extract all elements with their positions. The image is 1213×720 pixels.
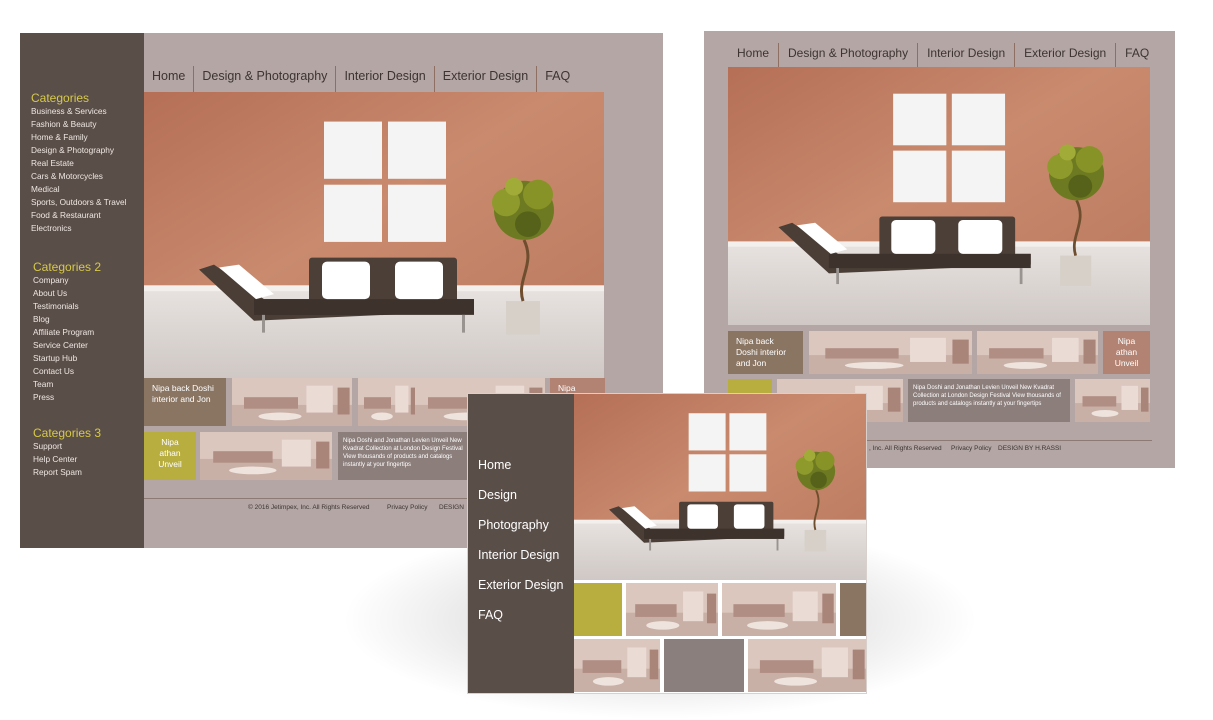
- categories-group-3: Categories 3 Support Help Center Report …: [33, 426, 101, 479]
- footer-copyright: , Inc. All Rights Reserved: [869, 445, 942, 452]
- tile-photo[interactable]: [232, 378, 352, 426]
- menu-item-home[interactable]: Home: [478, 450, 563, 480]
- category-link[interactable]: Blog: [33, 313, 101, 326]
- hero-image: [728, 67, 1150, 325]
- sidebar: Categories Business & Services Fashion &…: [20, 33, 144, 548]
- footer-design-credit: DESIGN BY H.RASSI: [998, 445, 1062, 452]
- menu-item-design[interactable]: Design: [478, 480, 563, 510]
- tile-nipa-athan[interactable]: Nipa athan Unveil: [1103, 331, 1150, 374]
- category-link[interactable]: Report Spam: [33, 466, 101, 479]
- hero-image: [574, 394, 866, 580]
- tile-color-block[interactable]: [574, 583, 622, 636]
- menu-item-photography[interactable]: Photography: [478, 510, 563, 540]
- nav-exterior-design[interactable]: Exterior Design: [1015, 43, 1117, 67]
- category-link[interactable]: Fashion & Beauty: [31, 118, 126, 131]
- nav-faq[interactable]: FAQ: [1116, 43, 1158, 67]
- nav-design-photography[interactable]: Design & Photography: [779, 43, 919, 67]
- nav-interior-design[interactable]: Interior Design: [336, 66, 435, 92]
- tile-photo[interactable]: [626, 583, 718, 636]
- category-link[interactable]: Food & Restaurant: [31, 209, 126, 222]
- tile-photo[interactable]: [748, 639, 866, 692]
- category-link[interactable]: Real Estate: [31, 157, 126, 170]
- tile-photo[interactable]: [574, 639, 660, 692]
- top-nav: Home Design & Photography Interior Desig…: [728, 43, 1158, 67]
- nav-design-photography[interactable]: Design & Photography: [194, 66, 337, 92]
- categories-title: Categories 3: [33, 426, 102, 440]
- category-link[interactable]: Support: [33, 440, 101, 453]
- tile-photo[interactable]: [358, 378, 418, 426]
- footer-design-credit: DESIGN: [439, 504, 464, 511]
- nav-home[interactable]: Home: [144, 66, 195, 92]
- tile-photo[interactable]: [1075, 379, 1150, 422]
- category-link[interactable]: Home & Family: [31, 131, 126, 144]
- categories-title: Categories 2: [33, 260, 102, 274]
- categories-title: Categories: [31, 91, 90, 105]
- top-nav: Home Design & Photography Interior Desig…: [144, 66, 578, 92]
- sidebar-menu: Home Design Photography Interior Design …: [468, 394, 574, 693]
- category-link[interactable]: Company: [33, 274, 101, 287]
- category-link[interactable]: Help Center: [33, 453, 101, 466]
- category-link[interactable]: Testimonials: [33, 300, 101, 313]
- tile-nipa-back[interactable]: Nipa back Doshi interior and Jon: [144, 378, 226, 426]
- footer-privacy-link[interactable]: Privacy Policy: [951, 445, 991, 452]
- tile-nipa-athan[interactable]: Nipa athan Unveil: [144, 432, 196, 480]
- category-link[interactable]: Business & Services: [31, 105, 126, 118]
- category-link[interactable]: Team: [33, 378, 101, 391]
- tile-nipa-back[interactable]: Nipa back Doshi interior and Jon: [728, 331, 803, 374]
- category-link[interactable]: Electronics: [31, 222, 126, 235]
- menu-item-exterior-design[interactable]: Exterior Design: [478, 570, 563, 600]
- nav-exterior-design[interactable]: Exterior Design: [435, 66, 538, 92]
- menu-item-interior-design[interactable]: Interior Design: [478, 540, 563, 570]
- category-link[interactable]: Affiliate Program: [33, 326, 101, 339]
- menu-item-faq[interactable]: FAQ: [478, 600, 563, 630]
- tile-description: Nipa Doshi and Jonathan Levien Unveil Ne…: [908, 379, 1070, 422]
- category-link[interactable]: Startup Hub: [33, 352, 101, 365]
- tile-photo[interactable]: [722, 583, 836, 636]
- tile-color-block[interactable]: [664, 639, 744, 692]
- nav-home[interactable]: Home: [728, 43, 780, 67]
- tile-description: Nipa Doshi and Jonathan Levien Unveil Ne…: [338, 432, 470, 480]
- nav-faq[interactable]: FAQ: [537, 66, 578, 92]
- footer-copyright: © 2016 Jetimpex, Inc. All Rights Reserve…: [248, 504, 370, 511]
- tile-photo[interactable]: [977, 331, 1098, 374]
- category-link[interactable]: About Us: [33, 287, 101, 300]
- hero-image: [144, 92, 604, 378]
- category-link[interactable]: Contact Us: [33, 365, 101, 378]
- category-link[interactable]: Medical: [31, 183, 126, 196]
- categories-group-1: Categories Business & Services Fashion &…: [31, 91, 126, 235]
- category-link[interactable]: Sports, Outdoors & Travel: [31, 196, 126, 209]
- category-link[interactable]: Cars & Motorcycles: [31, 170, 126, 183]
- tile-photo[interactable]: [200, 432, 332, 480]
- tile-color-block[interactable]: [840, 583, 866, 636]
- categories-group-2: Categories 2 Company About Us Testimonia…: [33, 260, 101, 404]
- category-link[interactable]: Press: [33, 391, 101, 404]
- nav-interior-design[interactable]: Interior Design: [918, 43, 1016, 67]
- category-link[interactable]: Design & Photography: [31, 144, 126, 157]
- tablet-mockup: Home Design Photography Interior Design …: [467, 393, 867, 694]
- footer-privacy-link[interactable]: Privacy Policy: [387, 504, 427, 511]
- tile-photo[interactable]: [809, 331, 972, 374]
- category-link[interactable]: Service Center: [33, 339, 101, 352]
